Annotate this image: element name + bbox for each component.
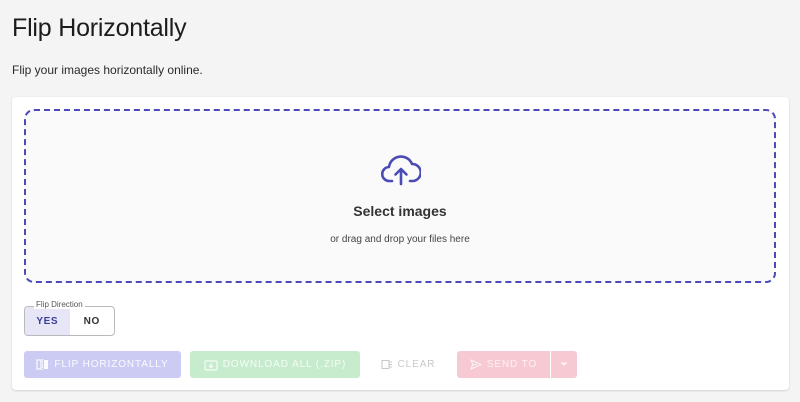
send-to-label: SEND TO — [486, 359, 538, 370]
image-dropzone[interactable]: Select images or drag and drop your file… — [24, 109, 776, 283]
dropzone-subtitle: or drag and drop your files here — [330, 234, 470, 245]
send-to-dropdown-button[interactable] — [551, 351, 577, 378]
send-to-button[interactable]: SEND TO — [457, 351, 550, 378]
flip-horizontally-button[interactable]: FLIP HORIZONTALLY — [24, 351, 181, 378]
chevron-down-icon — [560, 362, 568, 366]
clear-button[interactable]: CLEAR — [368, 351, 448, 378]
page-subtitle: Flip your images horizontally online. — [12, 63, 203, 77]
download-all-label: DOWNLOAD ALL (.ZIP) — [222, 359, 347, 370]
flip-horizontally-label: FLIP HORIZONTALLY — [54, 359, 169, 370]
clear-label: CLEAR — [397, 359, 436, 370]
download-icon — [204, 359, 218, 371]
flip-horizontal-icon — [36, 359, 49, 370]
flip-direction-label: Flip Direction — [34, 300, 85, 309]
dropzone-title: Select images — [353, 203, 447, 219]
flip-yes-option[interactable]: YES — [25, 307, 70, 335]
cloud-upload-icon — [381, 155, 421, 186]
flip-direction-toggle: Flip Direction YES NO — [24, 300, 115, 336]
tool-card: Select images or drag and drop your file… — [12, 97, 789, 390]
download-all-button[interactable]: DOWNLOAD ALL (.ZIP) — [190, 351, 360, 378]
clear-icon — [381, 359, 392, 370]
send-icon — [470, 359, 482, 370]
page-title: Flip Horizontally — [12, 14, 187, 42]
flip-no-option[interactable]: NO — [70, 307, 115, 335]
